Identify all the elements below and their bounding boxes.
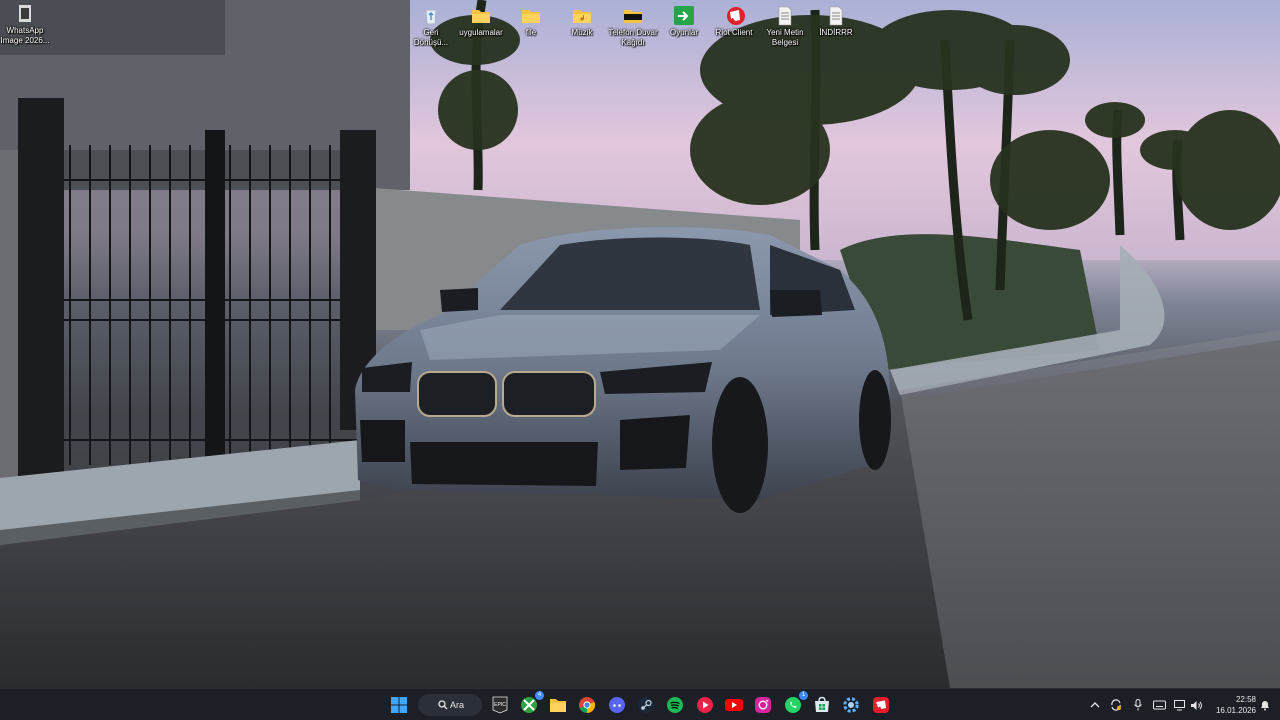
taskbar-whatsapp[interactable]: 1 xyxy=(782,691,808,716)
riot-client-icon xyxy=(727,7,745,25)
taskbar-file-explorer[interactable] xyxy=(547,694,569,716)
desktop-icon-label: Müzik xyxy=(571,28,593,37)
music-folder-icon xyxy=(573,10,591,23)
desktop-icon-whatsapp-image[interactable]: WhatsApp Image 2026... xyxy=(0,4,50,46)
desktop-icon-telefon-duvar-kagidi[interactable]: Telefon Duvar Kağıdı xyxy=(608,6,658,48)
folder-icon xyxy=(550,699,566,712)
xbox-icon xyxy=(521,697,537,713)
recycle-bin-icon xyxy=(425,9,437,25)
text-document-icon xyxy=(778,6,792,26)
search-label: Ara xyxy=(450,700,465,710)
text-document-icon xyxy=(829,6,843,26)
desktop-icon-label: uygulamalar xyxy=(459,28,503,37)
sync-icon xyxy=(1111,699,1121,711)
taskbar: Ara EPIC 4 1 22:58 16.01.2026 xyxy=(0,688,1280,720)
bell-icon xyxy=(1261,701,1269,711)
instagram-icon xyxy=(755,697,771,713)
taskbar-xbox[interactable]: 4 xyxy=(518,691,544,716)
taskbar-search[interactable]: Ara xyxy=(418,694,482,716)
tray-keyboard[interactable] xyxy=(1152,698,1166,712)
desktop-icon-label: İNDİRRR xyxy=(819,28,853,37)
tray-network[interactable] xyxy=(1173,698,1187,712)
keyboard-icon xyxy=(1152,700,1166,710)
chrome-icon xyxy=(579,697,596,714)
desktop-icon-label: WhatsApp Image 2026... xyxy=(0,26,50,45)
store-icon xyxy=(815,696,829,712)
desktop-icon-muzik[interactable]: Müzik xyxy=(557,6,607,38)
whatsapp-icon xyxy=(785,697,801,713)
desktop-icon-recycle-bin[interactable]: Geri Dönüşü... xyxy=(406,6,456,48)
dark-folder-icon xyxy=(624,10,642,23)
desktop-icon-label: file xyxy=(525,28,537,37)
chevron-up-icon xyxy=(1090,702,1100,708)
image-file-icon xyxy=(19,5,31,22)
taskbar-youtube[interactable] xyxy=(723,694,745,716)
clock-time: 22:58 xyxy=(1235,695,1256,704)
spotify-icon xyxy=(667,697,683,713)
wallpaper-art xyxy=(0,0,1280,688)
discord-icon xyxy=(609,697,625,713)
desktop-wallpaper xyxy=(0,0,1280,688)
svg-text:EPIC: EPIC xyxy=(494,702,506,708)
folder-icon xyxy=(522,10,540,23)
taskbar-settings-app[interactable] xyxy=(840,694,862,716)
show-hidden-icons[interactable] xyxy=(1088,698,1102,712)
start-button[interactable] xyxy=(388,694,410,716)
taskbar-riot[interactable] xyxy=(870,694,892,716)
system-clock[interactable]: 22:58 16.01.2026 xyxy=(1206,694,1256,716)
notification-badge: 4 xyxy=(535,691,544,700)
desktop-icon-label: Telefon Duvar Kağıdı xyxy=(608,28,658,47)
desktop-icon-oyunlar[interactable]: Oyunlar xyxy=(659,6,709,38)
tray-volume[interactable] xyxy=(1189,698,1203,712)
taskbar-steam[interactable] xyxy=(635,694,657,716)
desktop-icon-label: Oyunlar xyxy=(669,28,698,37)
taskbar-instagram[interactable] xyxy=(752,694,774,716)
youtube-icon xyxy=(725,699,743,711)
taskbar-ms-store[interactable] xyxy=(811,694,833,716)
desktop-icon-label: Yeni Metin Belgesi xyxy=(766,28,804,47)
desktop-icon-uygulamalar[interactable]: uygulamalar xyxy=(456,6,506,38)
taskbar-media-player[interactable] xyxy=(694,694,716,716)
epic-games-icon: EPIC xyxy=(492,696,508,714)
desktop-icon-label: Geri Dönüşü... xyxy=(413,28,449,47)
gear-app-icon xyxy=(843,697,859,713)
desktop-icon-indirrr[interactable]: İNDİRRR xyxy=(811,6,861,38)
steam-icon xyxy=(638,697,654,713)
notification-badge: 1 xyxy=(799,691,808,700)
desktop-icon-riot-client[interactable]: Riot Client xyxy=(709,6,759,38)
play-circle-icon xyxy=(697,697,713,713)
tray-sync[interactable] xyxy=(1109,698,1123,712)
notification-center[interactable] xyxy=(1258,698,1272,712)
riot-icon xyxy=(873,697,889,713)
desktop-icon-label: Riot Client xyxy=(715,28,753,37)
taskbar-spotify[interactable] xyxy=(664,694,686,716)
search-icon xyxy=(438,700,448,710)
taskbar-epic-games[interactable]: EPIC xyxy=(489,694,511,716)
taskbar-chrome[interactable] xyxy=(576,694,598,716)
volume-icon xyxy=(1190,700,1202,710)
desktop-icon-file-folder[interactable]: file xyxy=(506,6,556,38)
windows-logo-icon xyxy=(391,697,407,713)
microphone-icon xyxy=(1134,699,1142,711)
clock-date: 16.01.2026 xyxy=(1215,706,1256,715)
desktop-icon-yeni-metin-belgesi[interactable]: Yeni Metin Belgesi xyxy=(760,6,810,48)
tray-microphone[interactable] xyxy=(1131,698,1145,712)
network-icon xyxy=(1173,699,1185,710)
taskbar-discord[interactable] xyxy=(606,694,628,716)
folder-icon xyxy=(472,10,490,23)
shortcut-arrow-icon xyxy=(674,6,694,25)
